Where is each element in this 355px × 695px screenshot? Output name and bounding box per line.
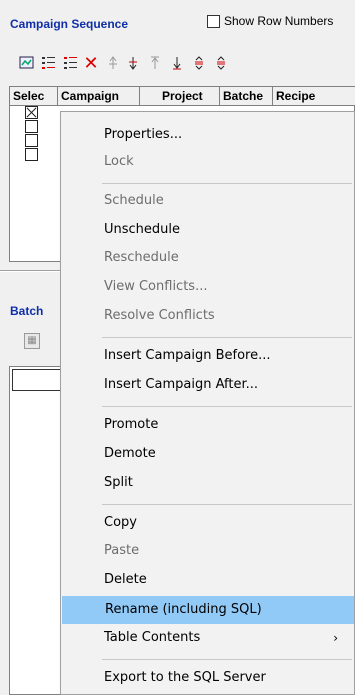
menu-item-delete[interactable]: Delete	[61, 566, 354, 594]
menu-separator	[102, 183, 352, 184]
batch-properties-icon[interactable]: ▦	[24, 333, 40, 349]
properties-icon[interactable]	[18, 53, 36, 73]
context-menu: Properties... Lock Schedule Unschedule R…	[60, 111, 355, 695]
menu-item-table-contents-label: Table Contents	[104, 630, 201, 645]
column-header-recipe[interactable]: Recipe	[273, 87, 355, 106]
menu-item-copy[interactable]: Copy	[61, 509, 354, 537]
pane-splitter[interactable]	[0, 270, 60, 272]
column-header-campaign[interactable]: Campaign	[58, 87, 140, 106]
menu-item-insert-campaign-after[interactable]: Insert Campaign After...	[61, 371, 354, 399]
menu-separator	[102, 337, 352, 338]
menu-separator	[102, 659, 352, 660]
submenu-arrow-icon: ›	[333, 631, 338, 645]
campaign-grid-header: Selec Campaign Project Batche Recipe	[10, 87, 355, 106]
menu-item-view-conflicts[interactable]: View Conflicts...	[61, 273, 354, 301]
menu-item-promote[interactable]: Promote	[61, 411, 354, 439]
menu-item-reschedule[interactable]: Reschedule	[61, 244, 354, 272]
menu-item-insert-campaign-before[interactable]: Insert Campaign Before...	[61, 342, 354, 370]
split-up-icon[interactable]	[190, 53, 208, 73]
campaign-sequence-title: Campaign Sequence	[10, 17, 129, 31]
campaign-toolbar: ✕	[18, 53, 355, 75]
menu-item-export-sql[interactable]: Export to the SQL Server	[61, 664, 354, 692]
move-bottom-icon[interactable]	[168, 53, 186, 73]
show-row-numbers-checkbox[interactable]	[207, 14, 220, 28]
list-insert-icon[interactable]	[62, 53, 80, 73]
row-select-checkbox[interactable]	[25, 148, 38, 161]
menu-item-table-contents[interactable]: Table Contents ›	[61, 624, 354, 652]
column-header-project[interactable]: Project	[140, 87, 220, 106]
menu-item-paste[interactable]: Paste	[61, 537, 354, 565]
show-row-numbers-toggle[interactable]: Show Row Numbers	[207, 14, 333, 28]
column-header-select[interactable]: Selec	[10, 87, 58, 106]
move-down-icon[interactable]	[124, 53, 142, 73]
row-select-checkbox[interactable]	[25, 120, 38, 133]
row-select-checkbox[interactable]	[25, 106, 38, 119]
menu-item-unschedule[interactable]: Unschedule	[61, 216, 354, 244]
menu-item-schedule[interactable]: Schedule	[61, 187, 354, 215]
show-row-numbers-label: Show Row Numbers	[224, 14, 334, 28]
menu-item-rename[interactable]: Rename (including SQL)	[62, 596, 354, 624]
menu-item-demote[interactable]: Demote	[61, 440, 354, 468]
menu-separator	[102, 504, 352, 505]
row-select-checkbox[interactable]	[25, 134, 38, 147]
menu-separator	[102, 406, 352, 407]
menu-item-split[interactable]: Split	[61, 469, 354, 497]
split-down-icon[interactable]	[212, 53, 230, 73]
list-add-icon[interactable]	[40, 53, 58, 73]
move-top-icon[interactable]	[146, 53, 164, 73]
batch-section-title: Batch	[10, 304, 44, 318]
menu-item-resolve-conflicts[interactable]: Resolve Conflicts	[61, 302, 354, 330]
column-header-batches[interactable]: Batche	[220, 87, 273, 106]
menu-item-properties[interactable]: Properties...	[61, 121, 354, 149]
move-up-icon[interactable]	[104, 53, 122, 73]
menu-item-lock[interactable]: Lock	[61, 148, 354, 176]
delete-x-icon[interactable]: ✕	[82, 53, 100, 74]
